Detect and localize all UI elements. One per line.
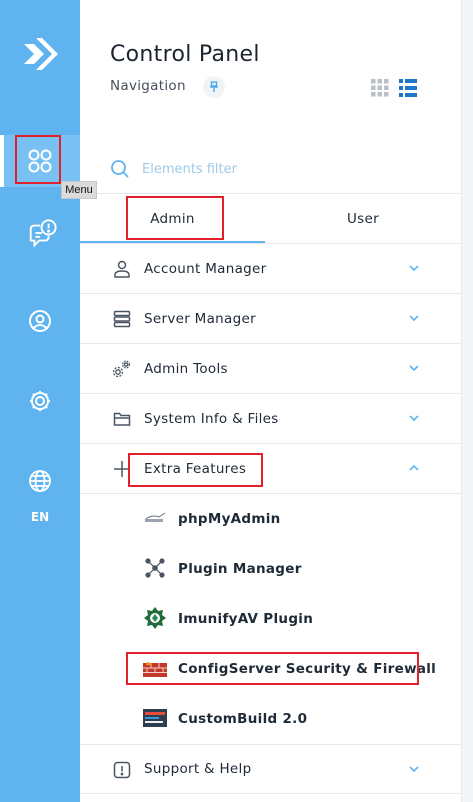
- plus-icon: [111, 458, 133, 480]
- message-alert-icon[interactable]: [26, 218, 58, 250]
- submenu-item-imunifyav[interactable]: ImunifyAV Plugin: [80, 594, 461, 644]
- menu-item-server-manager[interactable]: Server Manager: [80, 294, 461, 344]
- gears-icon: [111, 358, 133, 380]
- logo-icon[interactable]: [20, 34, 60, 74]
- folder-icon: [111, 408, 133, 430]
- role-tabs: Admin User: [80, 194, 461, 244]
- menu-item-system-info[interactable]: System Info & Files: [80, 394, 461, 444]
- custombuild-icon: [143, 706, 167, 730]
- tab-admin[interactable]: Admin: [80, 194, 265, 244]
- menu-item-support-help[interactable]: Support & Help: [80, 744, 461, 794]
- left-rail: EN: [0, 0, 80, 802]
- control-panel: Control Panel Navigation Admin User: [80, 0, 461, 802]
- submenu-label: ImunifyAV Plugin: [178, 611, 314, 627]
- submenu-label: Plugin Manager: [178, 561, 302, 577]
- menu-item-admin-tools[interactable]: Admin Tools: [80, 344, 461, 394]
- admin-menu: Account Manager Server Manager Admin Too…: [80, 244, 461, 794]
- server-icon: [111, 308, 133, 330]
- active-tab-indicator: [80, 241, 265, 243]
- menu-item-extra-features[interactable]: Extra Features: [80, 444, 461, 494]
- submenu-label: phpMyAdmin: [178, 511, 281, 527]
- menu-tooltip: Menu: [61, 181, 97, 199]
- chevron-down-icon[interactable]: [408, 763, 420, 775]
- settings-gear-icon[interactable]: [24, 385, 56, 417]
- chevron-down-icon[interactable]: [408, 362, 420, 374]
- submenu-item-configserver-firewall[interactable]: ConfigServer Security & Firewall: [80, 644, 461, 694]
- imunifyav-shield-icon: [143, 606, 167, 630]
- firewall-icon: [143, 656, 167, 680]
- globe-icon[interactable]: [24, 465, 56, 497]
- submenu-item-phpmyadmin[interactable]: phpMyAdmin: [80, 494, 461, 544]
- account-icon: [111, 258, 133, 280]
- submenu-item-plugin-manager[interactable]: Plugin Manager: [80, 544, 461, 594]
- language-label[interactable]: EN: [0, 510, 80, 524]
- apps-grid-icon[interactable]: [24, 145, 56, 177]
- phpmyadmin-icon: [143, 506, 167, 530]
- search-icon: [111, 160, 129, 178]
- menu-label: Extra Features: [144, 460, 247, 477]
- menu-label: System Info & Files: [144, 410, 279, 427]
- tab-user[interactable]: User: [265, 194, 461, 244]
- menu-label: Support & Help: [144, 761, 252, 777]
- chevron-up-icon[interactable]: [408, 462, 420, 474]
- scrollbar[interactable]: [461, 0, 473, 802]
- pin-icon[interactable]: [203, 76, 225, 98]
- plugin-network-icon: [143, 556, 167, 580]
- chevron-down-icon[interactable]: [408, 262, 420, 274]
- page-title: Control Panel: [110, 42, 260, 67]
- list-view-icon[interactable]: [399, 79, 417, 97]
- submenu-label: CustomBuild 2.0: [178, 711, 308, 727]
- filter-row: [80, 150, 461, 194]
- chevron-down-icon[interactable]: [408, 412, 420, 424]
- user-circle-icon[interactable]: [24, 305, 56, 337]
- elements-filter-input[interactable]: [142, 158, 422, 180]
- menu-label: Admin Tools: [144, 360, 228, 377]
- submenu-label: ConfigServer Security & Firewall: [178, 661, 437, 677]
- alert-square-icon: [111, 759, 133, 781]
- grid-view-icon[interactable]: [371, 79, 389, 97]
- submenu-item-custombuild[interactable]: CustomBuild 2.0: [80, 694, 461, 744]
- menu-label: Server Manager: [144, 310, 256, 327]
- menu-item-account-manager[interactable]: Account Manager: [80, 244, 461, 294]
- chevron-down-icon[interactable]: [408, 312, 420, 324]
- menu-label: Account Manager: [144, 260, 267, 277]
- navigation-label: Navigation: [110, 78, 186, 94]
